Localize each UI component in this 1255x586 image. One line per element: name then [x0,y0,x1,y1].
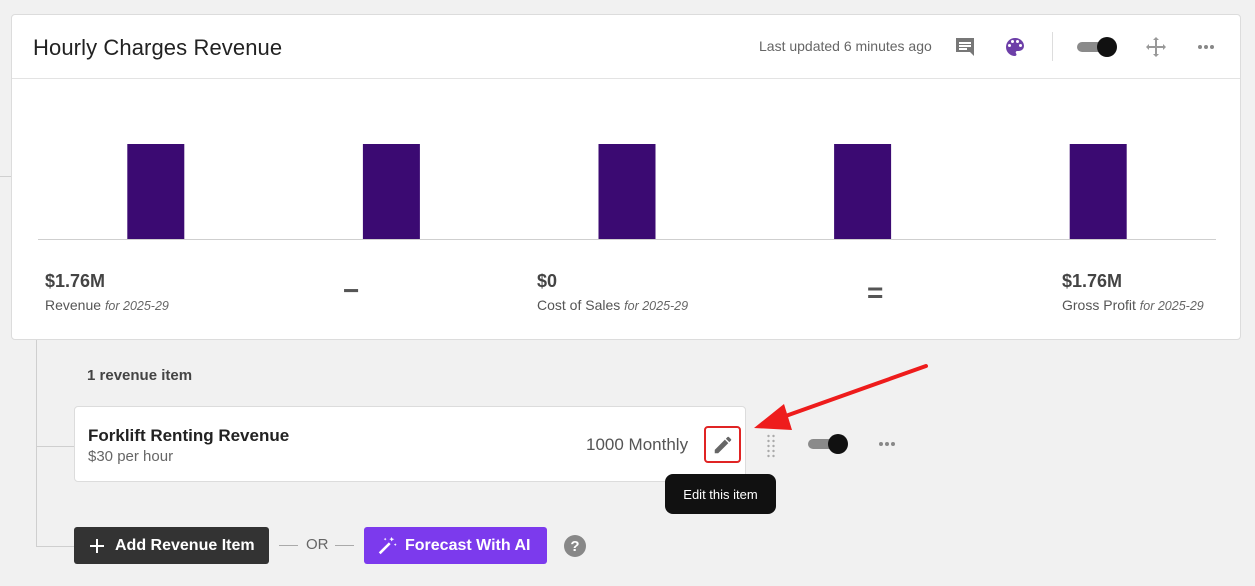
revenue-bar-chart [38,95,1216,241]
revenue-item-row[interactable]: Forklift Renting Revenue $30 per hour 10… [74,406,746,482]
forecast-with-ai-label: Forecast With AI [405,536,531,554]
tree-connector-vertical [36,340,37,547]
pencil-icon [714,436,731,453]
chart-bar-5 [1069,144,1127,239]
gross-period: for 2025-29 [1139,299,1204,313]
palette-icon[interactable] [1003,35,1027,59]
chart-svg [38,144,1216,240]
more-icon[interactable] [1194,35,1218,59]
revenue-item-rate: $30 per hour [88,448,174,465]
revenue-item-name: Forklift Renting Revenue [88,426,290,445]
last-updated-text: Last updated 6 minutes ago [759,38,932,54]
gross-profit-label: Gross Profit for 2025-29 [1062,297,1204,313]
chart-bar-3 [598,144,656,239]
revenue-period: for 2025-29 [104,299,169,313]
card-title: Hourly Charges Revenue [33,35,283,60]
revenue-stream-card: Hourly Charges Revenue Last updated 6 mi… [11,14,1241,340]
revenue-item-count: 1 revenue item [87,367,193,384]
card-header: Hourly Charges Revenue Last updated 6 mi… [12,15,1240,79]
cost-label: Cost of Sales for 2025-29 [537,297,688,313]
edit-tooltip: Edit this item [665,474,776,514]
cost-label-text: Cost of Sales [537,297,621,313]
chart-bar-1 [127,144,185,239]
forecast-with-ai-button[interactable]: Forecast With AI [364,527,547,564]
revenue-label: Revenue for 2025-29 [45,297,169,313]
revenue-label-text: Revenue [45,297,102,313]
minus-operator: − [343,275,360,306]
add-revenue-item-label: Add Revenue Item [115,536,255,554]
gross-profit-total: $1.76M [1062,271,1123,291]
revenue-item-amount: 1000 Monthly [586,435,689,454]
chart-bar-2 [362,144,420,239]
revenue-total: $1.76M [45,271,106,291]
move-icon[interactable] [1144,35,1168,59]
tree-connector-item [36,446,74,447]
magic-wand-icon [378,536,397,554]
chart-bar-4 [834,144,892,239]
gross-label-text: Gross Profit [1062,297,1136,313]
card-enable-toggle[interactable] [1077,37,1117,57]
edit-item-button[interactable] [704,426,741,463]
equals-operator: = [867,277,884,308]
add-revenue-item-button[interactable]: Add Revenue Item [74,527,269,564]
help-icon[interactable]: ? [564,535,586,557]
header-divider [1052,32,1053,61]
tree-connector-actions [36,546,74,547]
cost-total: $0 [537,271,558,291]
or-separator: OR [279,536,354,556]
comment-icon[interactable] [953,35,977,59]
annotation-arrow [754,364,928,430]
or-text: OR [306,536,329,553]
plus-icon [90,538,104,553]
cost-period: for 2025-29 [624,299,689,313]
